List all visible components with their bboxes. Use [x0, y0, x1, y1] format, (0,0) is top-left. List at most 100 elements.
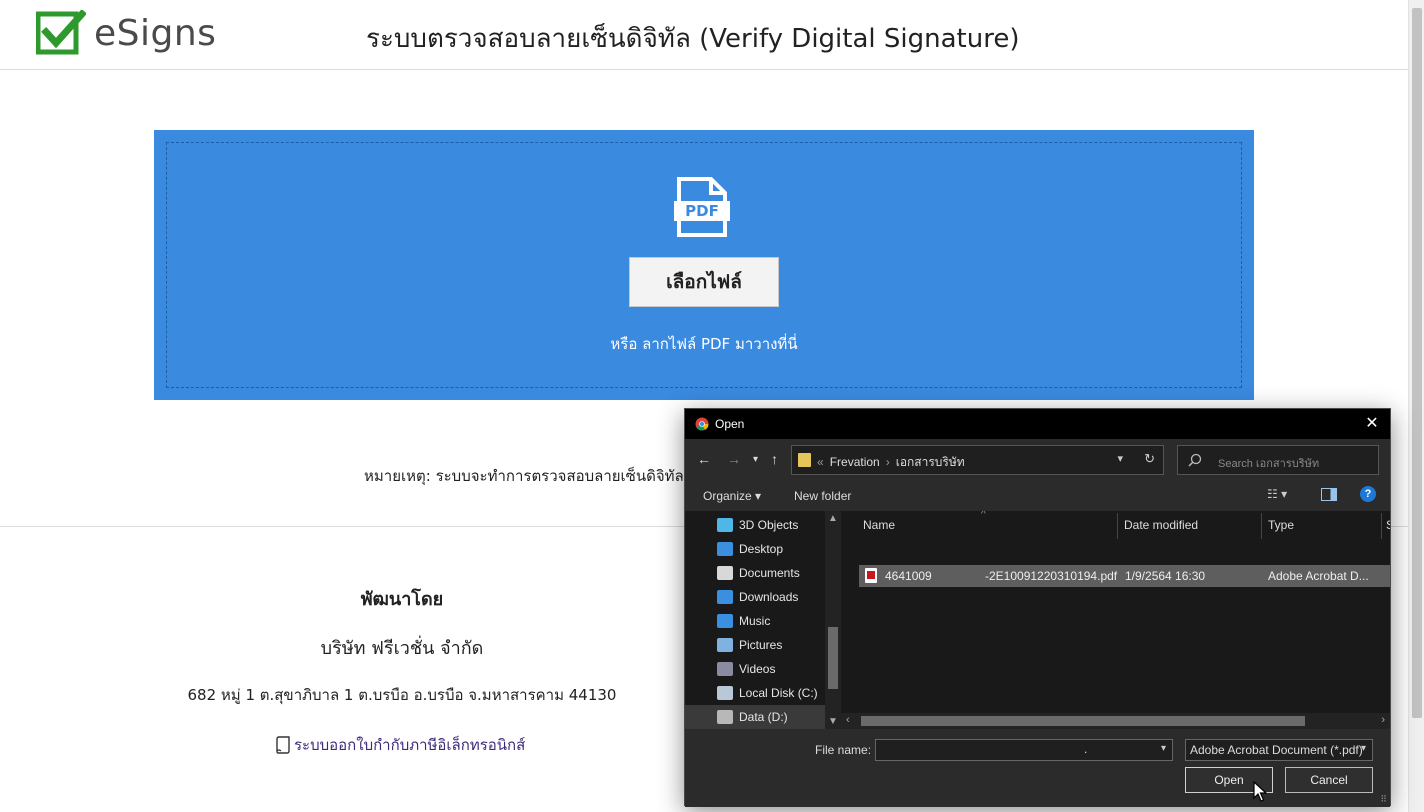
file-drop-zone[interactable]: PDF เลือกไฟล์ หรือ ลากไฟล์ PDF มาวางที่น…	[154, 130, 1254, 400]
drive-icon	[717, 710, 733, 724]
navigation-pane: Data (D:) Local Disk (C:) Videos Pictures Mu…	[685, 511, 841, 729]
forward-arrow-icon[interactable]: →	[727, 451, 741, 467]
mouse-cursor-icon	[1253, 781, 1267, 802]
column-date-modified[interactable]: Date modified	[1124, 511, 1198, 539]
sidebar-item-music[interactable]: Music	[685, 609, 825, 633]
brand-name: eSigns	[94, 12, 217, 54]
chevron-down-icon[interactable]: ▾	[1361, 743, 1366, 754]
sidebar-item-local-disk-c[interactable]: Local Disk (C:)	[685, 681, 825, 705]
organize-menu[interactable]: Organize ▾	[703, 489, 761, 503]
search-box[interactable]: Search เอกสารบริษัท	[1177, 445, 1379, 475]
resize-grip-icon[interactable]: ⠿	[1380, 794, 1387, 805]
recent-locations-chevron-icon[interactable]: ▾	[753, 454, 758, 465]
svg-text:PDF: PDF	[685, 202, 719, 220]
checkbox-logo-icon	[36, 10, 86, 55]
chevron-down-icon[interactable]: ▾	[1161, 743, 1166, 754]
music-icon	[717, 614, 733, 628]
chrome-icon	[695, 417, 709, 431]
breadcrumb-frevation[interactable]: Frevation	[830, 455, 880, 469]
column-type[interactable]: Type	[1268, 511, 1294, 539]
file-list-horizontal-scrollbar[interactable]: ‹ ›	[841, 713, 1390, 729]
column-name[interactable]: Name	[863, 511, 895, 539]
e-tax-invoice-link[interactable]: ระบบออกใบกำกับภาษีอิเล็กทรอนิกส์	[276, 733, 525, 757]
column-separator[interactable]	[1381, 513, 1382, 539]
sidebar-item-label: Local Disk (C:)	[739, 686, 818, 700]
column-separator[interactable]	[1117, 513, 1118, 539]
3d-objects-icon	[717, 518, 733, 532]
sidebar-item-videos[interactable]: Videos	[685, 657, 825, 681]
breadcrumb-separator-icon: ›	[885, 455, 890, 469]
drop-hint: หรือ ลากไฟล์ PDF มาวางที่นี่	[610, 335, 798, 353]
file-date: 1/9/2564 16:30	[1125, 569, 1206, 583]
dialog-footer: File name: . ▾ Adobe Acrobat Document (*…	[685, 729, 1390, 807]
breadcrumb-company-docs[interactable]: เอกสารบริษัท	[896, 455, 965, 469]
sidebar-item-label: Downloads	[739, 590, 799, 604]
sidebar-item-label: 3D Objects	[739, 518, 799, 532]
folder-icon	[798, 453, 811, 467]
column-separator[interactable]	[1261, 513, 1262, 539]
sidebar-item-label: Pictures	[739, 638, 783, 652]
scroll-right-icon[interactable]: ›	[1381, 714, 1385, 726]
column-size[interactable]: S	[1386, 511, 1390, 539]
dialog-title: Open	[715, 417, 745, 431]
scroll-down-icon[interactable]: ▼	[828, 716, 838, 727]
sidebar-item-data-d[interactable]: Data (D:)	[685, 705, 825, 729]
documents-icon	[717, 566, 733, 580]
sidebar-item-label: Music	[739, 614, 771, 628]
refresh-icon[interactable]: ↻	[1144, 451, 1155, 467]
preview-pane-icon[interactable]	[1321, 488, 1337, 501]
sidebar-item-3d-objects[interactable]: 3D Objects	[685, 513, 825, 537]
back-arrow-icon[interactable]: ←	[697, 451, 711, 467]
videos-icon	[717, 662, 733, 676]
dialog-navigation-row: ← → ▾ ↑ « Frevation › เอกสารบริษัท ▾ ↻ Sear…	[685, 439, 1390, 483]
downloads-icon	[717, 590, 733, 604]
sidebar-item-label: Videos	[739, 662, 776, 676]
file-name-part: 4641009	[885, 569, 932, 583]
change-view-icon[interactable]: ☷ ▾	[1267, 487, 1301, 505]
file-name-part: -2E10091220310194.pdf	[985, 569, 1118, 583]
file-name-value: .	[1084, 742, 1088, 756]
page-scrollbar[interactable]	[1408, 0, 1424, 812]
breadcrumb: « Frevation › เอกสารบริษัท	[817, 453, 965, 472]
navigation-pane-scrollbar-thumb[interactable]	[828, 627, 838, 689]
address-dropdown-icon[interactable]: ▾	[1117, 452, 1123, 465]
local-disk-icon	[717, 686, 733, 700]
pdf-file-icon: PDF	[674, 177, 730, 237]
e-tax-invoice-link-label[interactable]: ระบบออกใบกำกับภาษีอิเล็กทรอนิกส์	[294, 733, 525, 757]
dialog-titlebar[interactable]: Open ✕	[685, 409, 1390, 439]
search-icon	[1188, 453, 1202, 467]
scroll-left-icon[interactable]: ‹	[846, 714, 850, 726]
horizontal-scrollbar-thumb[interactable]	[861, 716, 1305, 726]
sidebar-item-downloads[interactable]: Downloads	[685, 585, 825, 609]
sidebar-item-documents[interactable]: Documents	[685, 561, 825, 585]
help-icon[interactable]: ?	[1360, 486, 1376, 502]
desktop-icon	[717, 542, 733, 556]
sidebar-item-label: Data (D:)	[739, 710, 788, 724]
cancel-button[interactable]: Cancel	[1285, 767, 1373, 793]
breadcrumb-overflow[interactable]: «	[817, 455, 824, 469]
scroll-up-icon[interactable]: ▲	[828, 513, 838, 524]
sidebar-item-label: Documents	[739, 566, 800, 580]
choose-file-button[interactable]: เลือกไฟล์	[629, 257, 779, 307]
up-arrow-icon[interactable]: ↑	[771, 451, 778, 467]
pictures-icon	[717, 638, 733, 652]
new-folder-button[interactable]: New folder	[794, 489, 851, 503]
address-bar[interactable]: « Frevation › เอกสารบริษัท ▾ ↻	[791, 445, 1164, 475]
page-scrollbar-thumb[interactable]	[1412, 8, 1422, 718]
sort-ascending-icon: ^	[981, 511, 986, 520]
pdf-document-icon	[865, 568, 877, 583]
file-name-input[interactable]: . ▾	[875, 739, 1173, 761]
page-title: ระบบตรวจสอบลายเซ็นดิจิทัล (Verify Digita…	[366, 24, 1020, 54]
file-list: ^ Name Date modified Type S 4641009 -2E1…	[841, 511, 1390, 729]
sidebar-item-desktop[interactable]: Desktop	[685, 537, 825, 561]
sidebar-item-pictures[interactable]: Pictures	[685, 633, 825, 657]
open-file-dialog: Open ✕ ← → ▾ ↑ « Frevation › เอกสารบริษัท ▾…	[684, 408, 1391, 807]
file-name-label: File name:	[815, 743, 872, 757]
document-icon	[276, 736, 290, 754]
esigns-logo[interactable]: eSigns	[36, 10, 216, 56]
dialog-toolbar: Organize ▾ New folder ☷ ▾ ?	[685, 483, 1390, 511]
close-icon[interactable]: ✕	[1362, 414, 1382, 434]
file-row[interactable]: 4641009 -2E10091220310194.pdf 1/9/2564 1…	[859, 565, 1390, 587]
navigation-pane-scrollbar[interactable]: ▲ ▼	[825, 511, 841, 729]
file-type-filter[interactable]: Adobe Acrobat Document (*.pdf) ▾	[1185, 739, 1373, 761]
